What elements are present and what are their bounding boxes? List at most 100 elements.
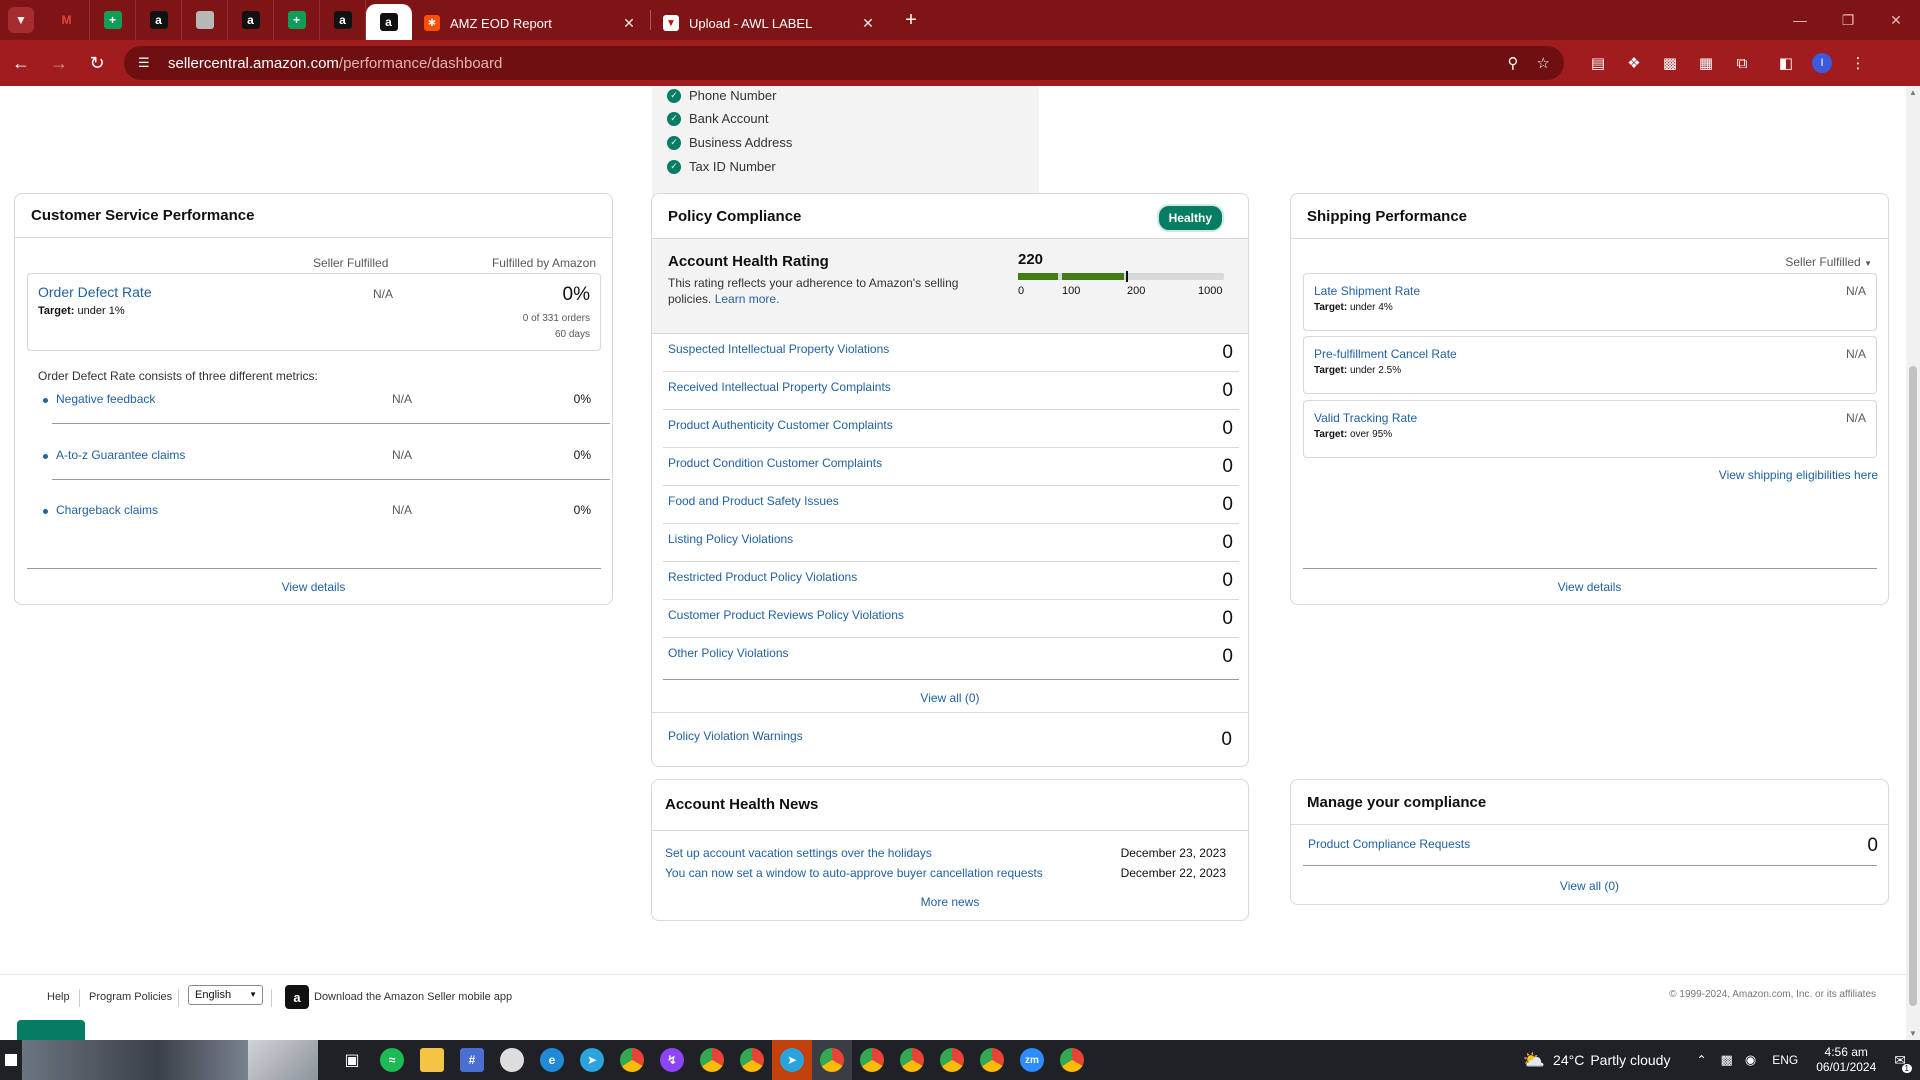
messenger-icon[interactable]: ↯ xyxy=(652,1040,692,1080)
notifications-icon[interactable]: ✉ 1 xyxy=(1894,1052,1912,1073)
pinned-tab-amazon[interactable]: a xyxy=(228,0,274,40)
reload-button[interactable]: ↻ xyxy=(80,46,114,80)
chrome-profile-icon[interactable] xyxy=(932,1040,972,1080)
side-panel-icon[interactable]: ◧ xyxy=(1768,46,1804,80)
violation-link[interactable]: Customer Product Reviews Policy Violatio… xyxy=(668,608,904,622)
site-info-icon[interactable]: ☰ xyxy=(138,55,154,71)
violation-link[interactable]: Food and Product Safety Issues xyxy=(668,494,839,508)
close-icon[interactable]: ✕ xyxy=(620,15,638,32)
violation-link[interactable]: Received Intellectual Property Complaint… xyxy=(668,380,891,394)
chrome-profile-icon[interactable] xyxy=(972,1040,1012,1080)
chrome-profile-icon[interactable] xyxy=(852,1040,892,1080)
pinned-tab-amazon[interactable]: a xyxy=(136,0,182,40)
chrome-active-icon[interactable] xyxy=(812,1040,852,1080)
tab-upload-awl-label[interactable]: ▼ Upload - AWL LABEL ✕ xyxy=(651,6,889,40)
shipping-metric-link[interactable]: Valid Tracking Rate xyxy=(1314,411,1417,425)
feedback-tab[interactable] xyxy=(17,1020,85,1040)
language-select[interactable]: English ▼ xyxy=(188,985,263,1005)
edge-icon[interactable]: e xyxy=(532,1040,572,1080)
help-link[interactable]: Help xyxy=(47,991,70,1003)
news-link[interactable]: You can now set a window to auto-approve… xyxy=(665,866,1043,880)
pinned-tab-sheets[interactable]: + xyxy=(274,0,320,40)
tab-amz-eod-report[interactable]: ✱ AMZ EOD Report ✕ xyxy=(412,6,650,40)
back-button[interactable]: ← xyxy=(4,46,38,80)
amazon-app-icon[interactable]: a xyxy=(285,985,309,1009)
start-icon[interactable] xyxy=(0,1040,22,1080)
order-defect-rate-link[interactable]: Order Defect Rate xyxy=(38,284,152,300)
puzzle-icon[interactable]: ⧉ xyxy=(1724,46,1760,80)
scroll-up-icon[interactable]: ▲ xyxy=(1906,88,1920,97)
zoom-app-icon[interactable]: zm xyxy=(1012,1040,1052,1080)
chrome-profile-icon[interactable] xyxy=(732,1040,772,1080)
chrome-profile-icon[interactable] xyxy=(692,1040,732,1080)
chrome-profile-icon[interactable] xyxy=(1052,1040,1092,1080)
mobile-app-link[interactable]: Download the Amazon Seller mobile app xyxy=(314,991,512,1003)
scroll-down-icon[interactable]: ▼ xyxy=(1906,1029,1920,1038)
a-to-z-claims-link[interactable]: A-to-z Guarantee claims xyxy=(56,448,185,462)
tab-search-button[interactable]: ▼ xyxy=(8,7,34,33)
learn-more-link[interactable]: Learn more. xyxy=(715,292,780,306)
violation-link[interactable]: Product Condition Customer Complaints xyxy=(668,456,882,470)
close-icon[interactable]: ✕ xyxy=(859,15,877,32)
extension-icon[interactable]: ▦ xyxy=(1688,46,1724,80)
compliance-requests-link[interactable]: Product Compliance Requests xyxy=(1308,837,1470,851)
view-all-violations-link[interactable]: View all (0) xyxy=(652,691,1248,705)
task-view-icon[interactable]: ▣ xyxy=(332,1040,372,1080)
pinned-tab-amazon[interactable]: a xyxy=(320,0,366,40)
more-news-link[interactable]: More news xyxy=(652,895,1248,909)
chrome-profile-icon[interactable] xyxy=(892,1040,932,1080)
menu-icon[interactable]: ⋮ xyxy=(1840,46,1876,80)
shipping-metric-link[interactable]: Late Shipment Rate xyxy=(1314,284,1420,298)
view-details-link[interactable]: View details xyxy=(1291,580,1888,594)
pinned-tab-amazon-active[interactable]: a xyxy=(366,4,412,40)
violation-link[interactable]: Other Policy Violations xyxy=(668,646,789,660)
violation-link[interactable]: Listing Policy Violations xyxy=(668,532,793,546)
calculator-icon[interactable]: # xyxy=(452,1040,492,1080)
chrome-icon[interactable] xyxy=(612,1040,652,1080)
zoom-icon[interactable]: ⚲ xyxy=(1508,54,1519,72)
forward-button[interactable]: → xyxy=(42,46,76,80)
input-language[interactable]: ENG xyxy=(1772,1053,1798,1067)
file-explorer-icon[interactable] xyxy=(412,1040,452,1080)
view-all-compliance-link[interactable]: View all (0) xyxy=(1291,879,1888,893)
telegram-active-icon[interactable]: ➤ xyxy=(772,1040,812,1080)
minimize-icon[interactable]: — xyxy=(1776,0,1824,40)
violation-count: 0 xyxy=(1222,570,1233,591)
profile-button[interactable]: I xyxy=(1804,46,1840,80)
negative-feedback-link[interactable]: Negative feedback xyxy=(56,392,155,406)
page-scrollbar[interactable]: ▲ ▼ xyxy=(1906,86,1920,1040)
pinned-tab-sheets[interactable]: + xyxy=(90,0,136,40)
bookmark-star-icon[interactable]: ☆ xyxy=(1537,54,1550,72)
policy-warnings-link[interactable]: Policy Violation Warnings xyxy=(668,729,803,743)
card-header: Customer Service Performance xyxy=(15,194,612,238)
extension-icon[interactable]: ▤ xyxy=(1580,46,1616,80)
clock[interactable]: 4:56 am 06/01/2024 xyxy=(1816,1045,1876,1075)
close-window-icon[interactable]: ✕ xyxy=(1872,0,1920,40)
extension-icon[interactable]: ❖ xyxy=(1616,46,1652,80)
extension-icon[interactable]: ▩ xyxy=(1652,46,1688,80)
violation-link[interactable]: Restricted Product Policy Violations xyxy=(668,570,857,584)
violation-link[interactable]: Suspected Intellectual Property Violatio… xyxy=(668,342,889,356)
taskbar-preview-thumbnail[interactable] xyxy=(22,1040,248,1080)
chargeback-claims-link[interactable]: Chargeback claims xyxy=(56,503,158,517)
program-policies-link[interactable]: Program Policies xyxy=(89,991,172,1003)
view-details-link[interactable]: View details xyxy=(15,580,612,594)
new-tab-button[interactable]: + xyxy=(897,6,925,34)
scrollbar-thumb[interactable] xyxy=(1909,366,1917,1006)
app-icon[interactable] xyxy=(492,1040,532,1080)
microphone-icon[interactable]: ◉ xyxy=(1745,1052,1756,1068)
restore-icon[interactable]: ❐ xyxy=(1824,0,1872,40)
pinned-tab-gmail[interactable]: M xyxy=(44,0,90,40)
news-link[interactable]: Set up account vacation settings over th… xyxy=(665,846,932,860)
spotify-icon[interactable]: ≈ xyxy=(372,1040,412,1080)
tray-chevron-up-icon[interactable]: ⌃ xyxy=(1696,1053,1706,1067)
taskbar-preview-thumbnail[interactable] xyxy=(248,1040,318,1080)
address-bar[interactable]: ☰ sellercentral.amazon.com/performance/d… xyxy=(124,46,1564,80)
telegram-icon[interactable]: ➤ xyxy=(572,1040,612,1080)
shipping-metric-link[interactable]: Pre-fulfillment Cancel Rate xyxy=(1314,347,1457,361)
violation-link[interactable]: Product Authenticity Customer Complaints xyxy=(668,418,893,432)
fulfillment-dropdown[interactable]: Seller Fulfilled ▼ xyxy=(1785,255,1872,269)
shipping-eligibilities-link[interactable]: View shipping eligibilities here xyxy=(1719,468,1878,482)
meet-now-icon[interactable]: ▩ xyxy=(1721,1052,1733,1068)
pinned-tab-gray[interactable] xyxy=(182,0,228,40)
